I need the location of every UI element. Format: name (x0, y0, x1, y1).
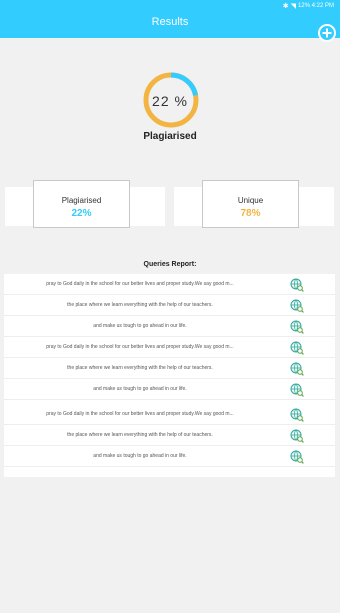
unique-value: 78% (240, 208, 261, 219)
globe-search-icon[interactable] (290, 299, 304, 313)
query-text: pray to God daily in the school for our … (46, 281, 234, 287)
percent-readout: 22 % (152, 93, 188, 109)
query-row[interactable]: pray to God daily in the school for our … (4, 337, 335, 358)
query-row[interactable]: the place where we learn everything with… (4, 358, 335, 379)
globe-search-icon[interactable] (290, 341, 304, 355)
globe-search-icon[interactable] (290, 320, 304, 334)
query-text: and make us tough to go ahead in our lif… (93, 323, 187, 329)
bluetooth-icon: ✱ (282, 2, 289, 10)
unique-card: Unique 78% (202, 180, 299, 228)
unique-label: Unique (237, 196, 264, 205)
result-caption: Plagiarised (143, 131, 197, 142)
query-row[interactable]: and make us tough to go ahead in our lif… (4, 379, 335, 400)
query-row[interactable]: pray to God daily in the school for our … (4, 404, 335, 425)
query-text: and make us tough to go ahead in our lif… (93, 453, 187, 459)
query-row[interactable]: and make us tough to go ahead in our lif… (4, 316, 335, 337)
globe-search-icon[interactable] (290, 383, 304, 397)
plagiarised-value: 22% (71, 208, 92, 219)
queries-report-title: Queries Report: (143, 261, 197, 268)
plagiarised-label: Plagiarised (61, 196, 102, 205)
queries-list: pray to God daily in the school for our … (4, 274, 335, 477)
plagiarised-card: Plagiarised 22% (33, 180, 130, 228)
query-row[interactable]: and make us tough to go ahead in our lif… (4, 446, 335, 467)
globe-search-icon[interactable] (290, 408, 304, 422)
query-text: the place where we learn everything with… (67, 365, 213, 371)
query-row[interactable]: the place where we learn everything with… (4, 295, 335, 316)
status-bar: ✱ ◥ 12% 4:22 PM (0, 0, 340, 12)
globe-search-icon[interactable] (290, 278, 304, 292)
add-button[interactable] (318, 24, 336, 42)
globe-search-icon[interactable] (290, 362, 304, 376)
page-title: Results (151, 16, 189, 28)
app-bar: Results (0, 12, 340, 38)
query-row[interactable]: pray to God daily in the school for our … (4, 274, 335, 295)
globe-search-icon[interactable] (290, 429, 304, 443)
query-text: the place where we learn everything with… (67, 432, 213, 438)
query-text: the place where we learn everything with… (67, 302, 213, 308)
query-text: and make us tough to go ahead in our lif… (93, 386, 187, 392)
wifi-icon: ◥ (290, 2, 296, 10)
globe-search-icon[interactable] (290, 450, 304, 464)
query-text: pray to God daily in the school for our … (46, 344, 234, 350)
status-text: 12% 4:22 PM (297, 3, 334, 9)
query-row[interactable]: the place where we learn everything with… (4, 425, 335, 446)
query-text: pray to God daily in the school for our … (46, 411, 234, 417)
